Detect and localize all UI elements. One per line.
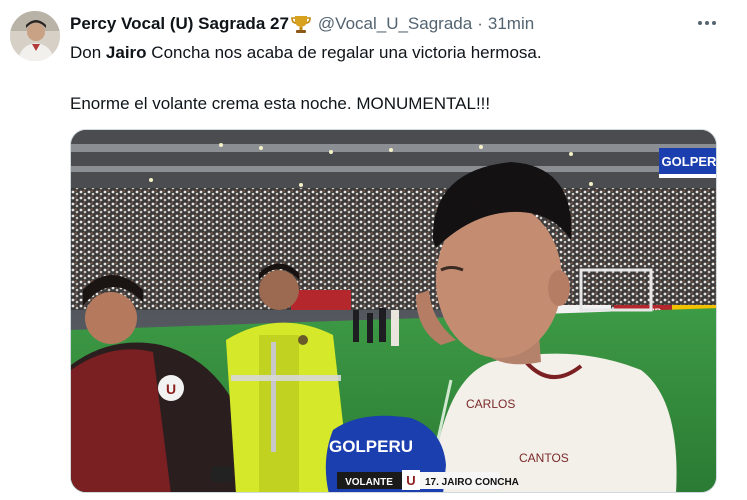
svg-text:U: U (166, 381, 176, 397)
tweet: Percy Vocal (U) Sagrada 27 @Vocal_U_Sagr… (0, 0, 747, 500)
svg-text:CARLOS: CARLOS (466, 397, 515, 411)
author-name[interactable]: Percy Vocal (U) Sagrada 27 (70, 14, 289, 34)
more-options-icon[interactable] (694, 12, 720, 34)
timestamp[interactable]: 31min (488, 14, 534, 34)
tweet-text-prefix: Don (70, 43, 106, 62)
svg-text:U: U (406, 473, 415, 488)
lower-third-name: 17. JAIRO CONCHA (425, 477, 519, 488)
tweet-header: Percy Vocal (U) Sagrada 27 @Vocal_U_Sagr… (70, 12, 534, 36)
microphone-brand: GOLPERU (329, 437, 413, 456)
broadcaster-logo: GOLPER (662, 154, 717, 169)
separator-dot: · (477, 14, 483, 33)
svg-text:CANTOS: CANTOS (519, 451, 569, 465)
tweet-text-suffix: Concha nos acaba de regalar una victoria… (146, 43, 542, 62)
tweet-text-line-2: Enorme el volante crema esta noche. MONU… (70, 94, 491, 113)
trophy-icon (290, 13, 312, 35)
lower-third-position: VOLANTE (345, 477, 393, 488)
avatar[interactable] (10, 11, 60, 61)
tweet-text-line-1: Don Jairo Concha nos acaba de regalar un… (70, 42, 542, 64)
tweet-media-image[interactable]: JETOUR U (70, 129, 717, 493)
author-handle[interactable]: @Vocal_U_Sagrada (318, 14, 472, 34)
tweet-text-highlight: Jairo (105, 43, 147, 62)
